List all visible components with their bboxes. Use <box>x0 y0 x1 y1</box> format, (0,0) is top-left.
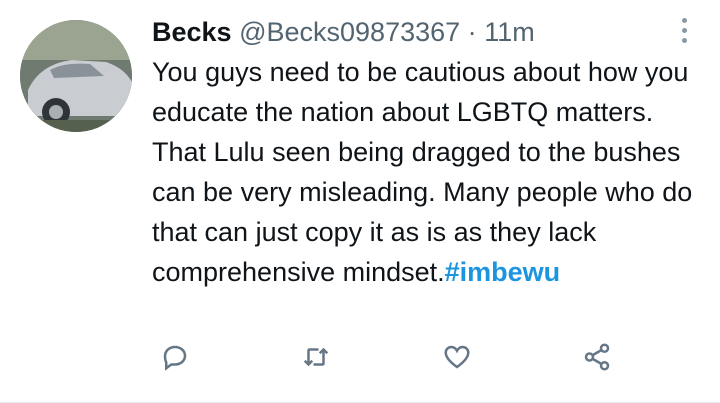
tweet-header: Becks @Becks09873367 · 11m <box>152 14 535 50</box>
avatar[interactable] <box>20 20 132 132</box>
reply-icon <box>163 345 187 371</box>
car-photo-avatar <box>20 20 132 132</box>
tweet-actions <box>152 340 632 380</box>
share-icon <box>584 343 610 371</box>
separator-dot: · <box>467 17 477 47</box>
tweet[interactable]: Becks @Becks09873367 · 11m You guys need… <box>0 0 720 403</box>
more-vertical-icon[interactable] <box>680 18 688 46</box>
tweet-time[interactable]: 11m <box>484 17 535 47</box>
tweet-text: You guys need to be cautious about how y… <box>152 52 700 292</box>
author-handle[interactable]: @Becks09873367 <box>239 17 460 47</box>
like-button[interactable] <box>440 340 474 374</box>
share-button[interactable] <box>580 340 614 374</box>
hashtag-link[interactable]: #imbewu <box>445 257 561 287</box>
tweet-body: You guys need to be cautious about how y… <box>152 57 693 287</box>
heart-icon <box>444 345 470 369</box>
reply-button[interactable] <box>158 340 192 374</box>
retweet-button[interactable] <box>299 340 333 374</box>
retweet-icon <box>303 347 329 367</box>
author-name[interactable]: Becks <box>152 17 232 47</box>
